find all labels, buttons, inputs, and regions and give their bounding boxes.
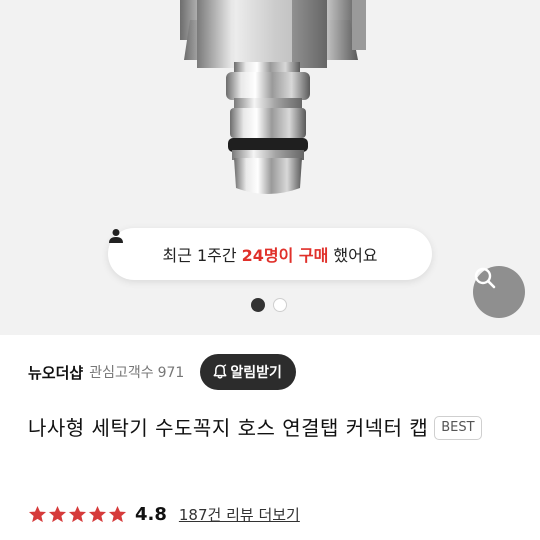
zoom-button[interactable] — [473, 266, 525, 318]
bell-icon — [213, 364, 227, 379]
carousel-dot-1[interactable] — [251, 298, 265, 312]
carousel-indicator — [251, 298, 287, 312]
person-icon — [109, 229, 123, 243]
product-image-carousel[interactable]: 최근 1주간 24명이 구매 했어요 — [0, 0, 540, 335]
follower-count: 관심고객수 971 — [89, 362, 184, 382]
star-icon — [28, 505, 47, 522]
store-name[interactable]: 뉴오더샵 — [28, 362, 83, 383]
rating-row: 4.8 187건 리뷰 더보기 — [28, 500, 300, 528]
follower-label: 관심고객수 — [89, 365, 154, 381]
rating-stars — [28, 505, 127, 524]
star-icon — [48, 505, 67, 522]
star-icon — [108, 505, 127, 522]
purchase-notice-suffix: 했어요 — [333, 246, 378, 265]
review-more-link[interactable]: 187건 리뷰 더보기 — [179, 504, 300, 525]
star-icon — [68, 505, 87, 522]
carousel-dot-2[interactable] — [273, 298, 287, 312]
recent-purchase-notice: 최근 1주간 24명이 구매 했어요 — [108, 228, 432, 280]
store-info-row: 뉴오더샵 관심고객수 971 알림받기 — [28, 352, 518, 392]
product-image — [180, 0, 366, 194]
notify-label: 알림받기 — [230, 364, 282, 380]
follower-number: 971 — [157, 365, 185, 381]
notify-button[interactable]: 알림받기 — [200, 354, 296, 390]
search-icon — [474, 267, 496, 289]
purchase-notice-count: 24명이 구매 — [241, 246, 329, 265]
product-title-block: 나사형 세탁기 수도꼭지 호스 연결탭 커넥터 캡 BEST — [28, 410, 518, 446]
rating-value: 4.8 — [135, 503, 167, 525]
star-icon — [88, 505, 107, 522]
purchase-notice-prefix: 최근 1주간 — [162, 246, 237, 265]
best-badge: BEST — [434, 415, 482, 440]
product-title: 나사형 세탁기 수도꼭지 호스 연결탭 커넥터 캡 — [28, 416, 429, 440]
